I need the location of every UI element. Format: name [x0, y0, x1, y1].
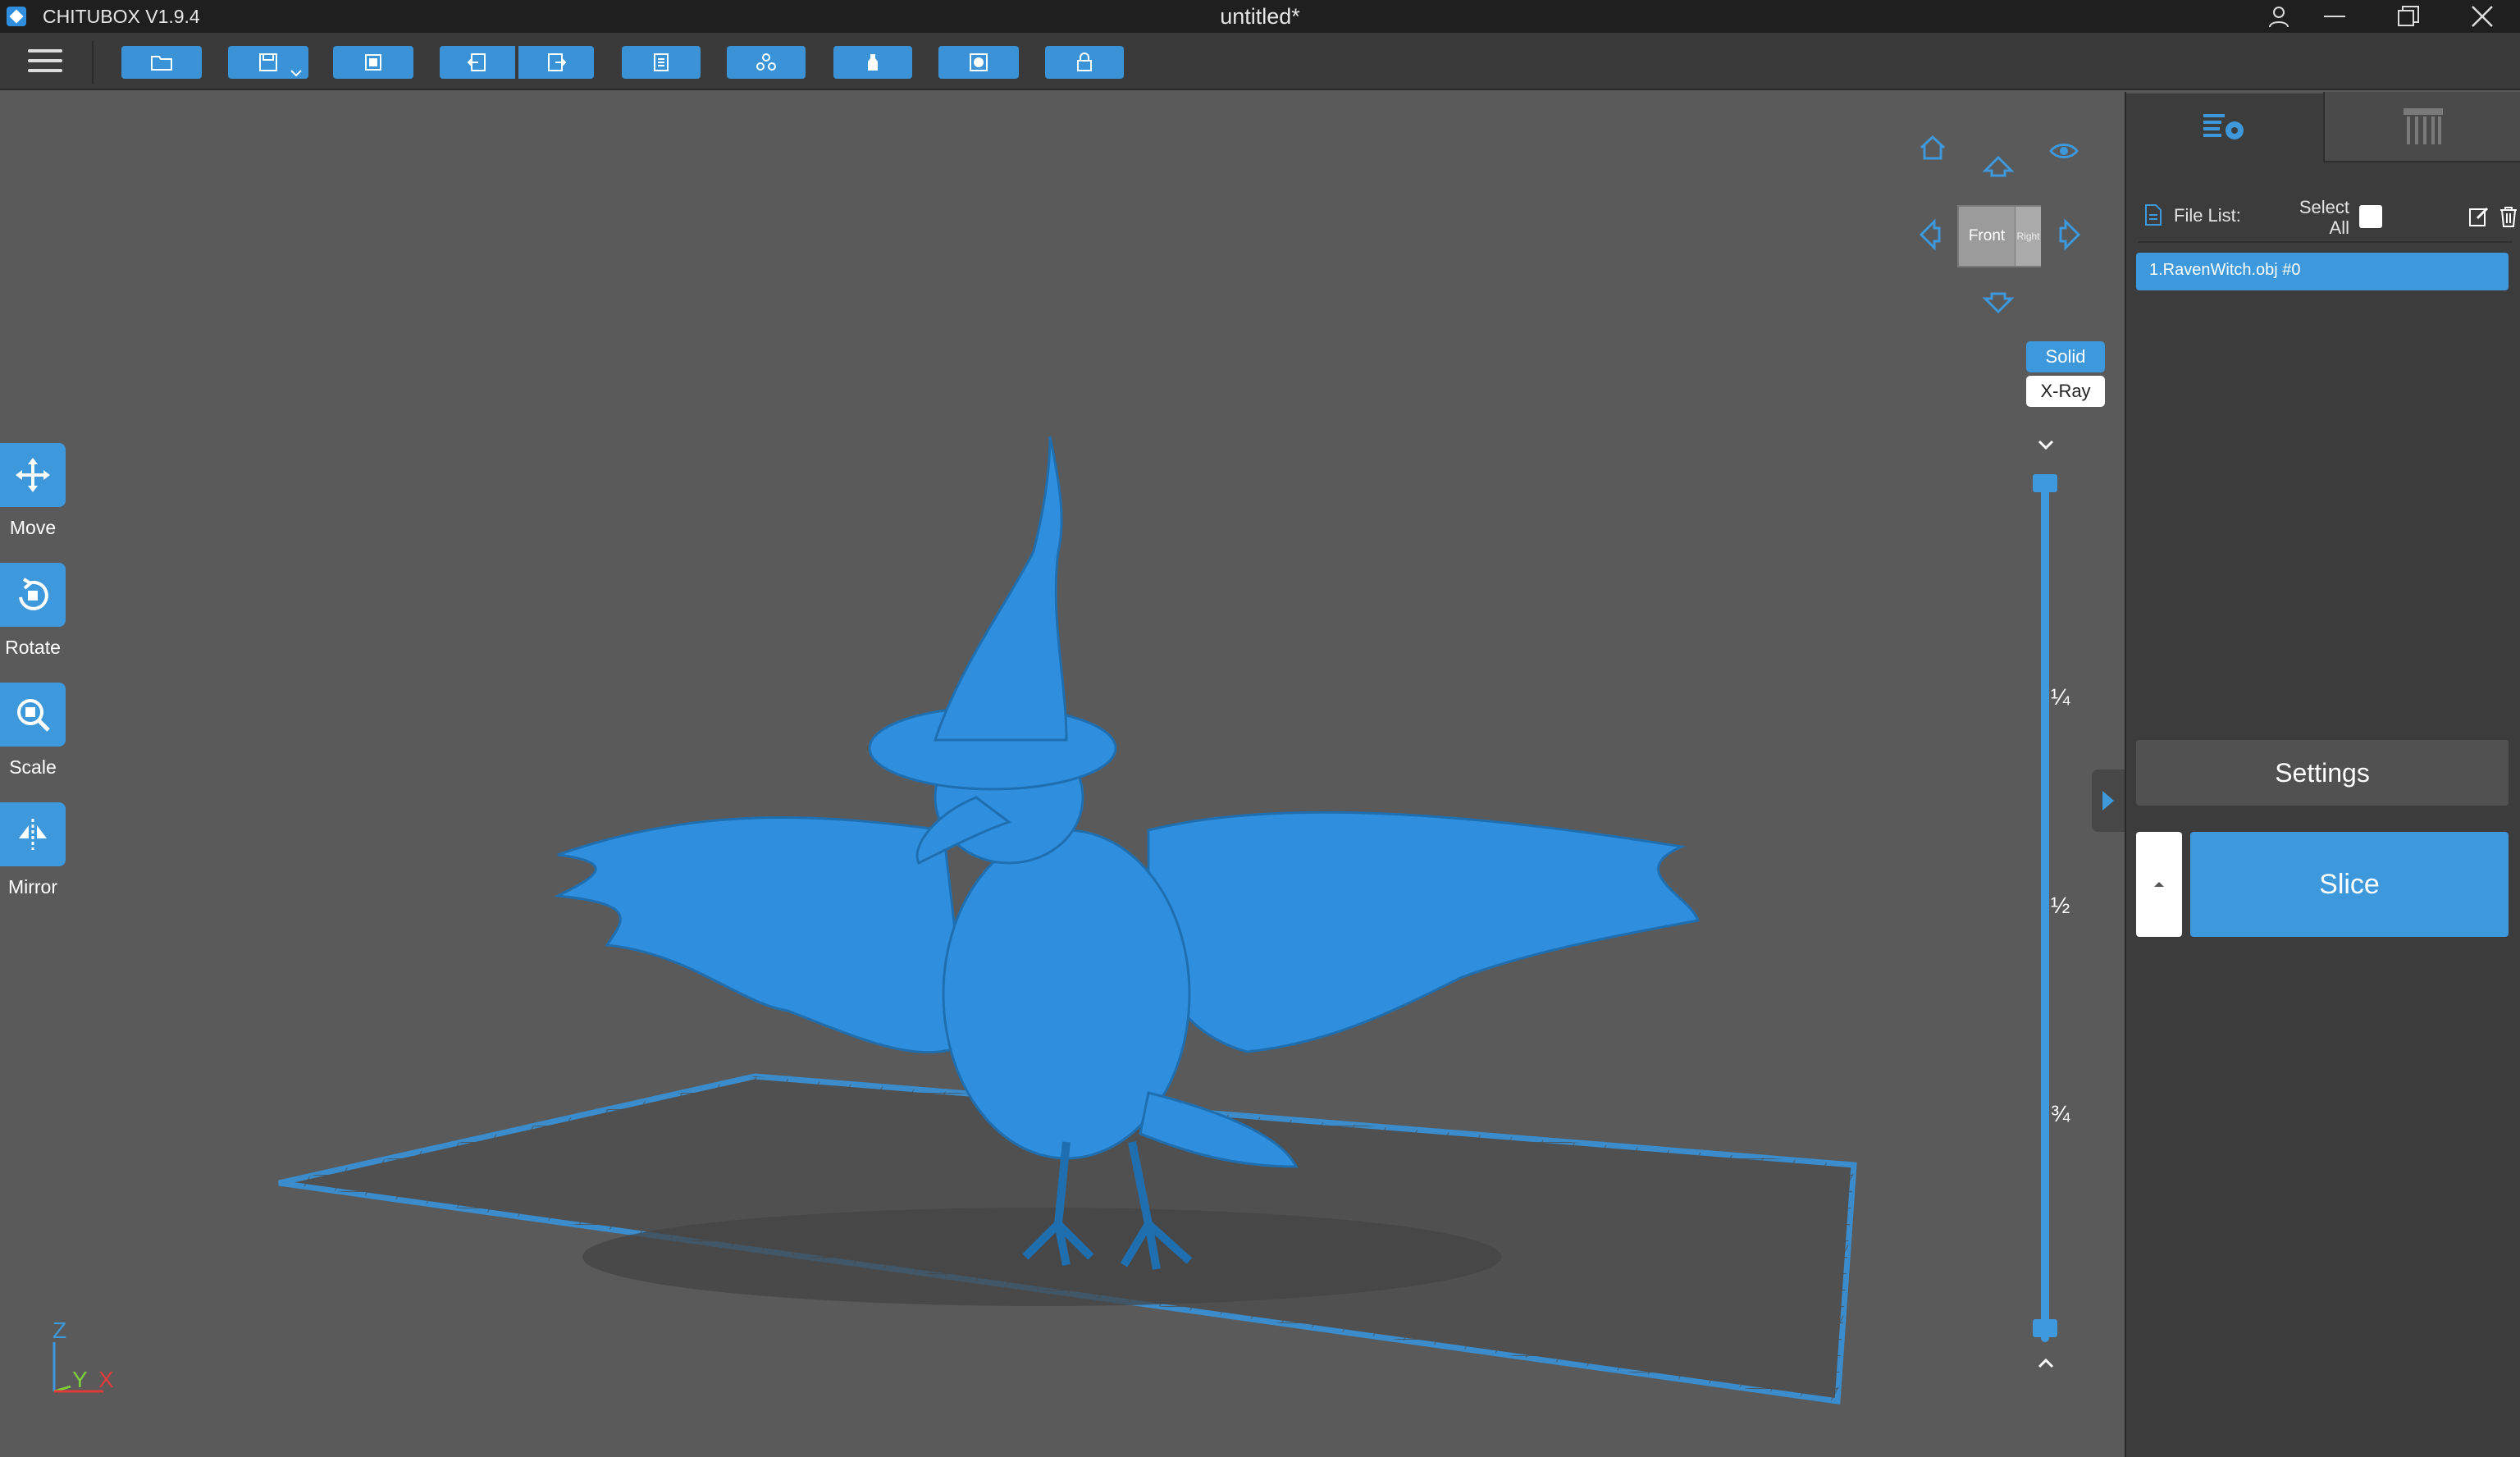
document-icon — [2145, 204, 2162, 226]
left-view-arrow-icon[interactable] — [1915, 218, 1947, 251]
play-arrow-icon — [2102, 791, 2114, 811]
redo-button[interactable] — [518, 46, 594, 79]
layer-slider-track[interactable] — [2041, 484, 2049, 1342]
app-name: CHITUBOX V1.9.4 — [43, 6, 200, 27]
minimize-button[interactable] — [2302, 0, 2367, 33]
build-plate-scene — [278, 436, 1857, 1404]
toolbar-divider — [92, 41, 94, 84]
auto-layout-button[interactable] — [333, 46, 413, 79]
slider-mark-half: ½ — [2051, 893, 2070, 918]
rotate-tool[interactable]: Rotate — [0, 563, 66, 659]
3d-viewport[interactable]: Move Rotate Scale Mirror Front Right Sol… — [0, 92, 2125, 1457]
slider-mark-quarter: ¼ — [2051, 684, 2070, 710]
rotate-tool-button[interactable] — [0, 563, 66, 627]
layer-slider-bottom-handle[interactable] — [2033, 1319, 2057, 1337]
redo-icon — [548, 53, 567, 71]
mirror-tool-button[interactable] — [0, 802, 66, 866]
view-cube-front[interactable]: Front — [1959, 207, 2015, 266]
rotate-label: Rotate — [5, 637, 61, 658]
rotate-icon — [19, 578, 48, 610]
main-toolbar — [0, 33, 2520, 90]
slice-list-button[interactable] — [622, 46, 701, 79]
slice-options-toggle[interactable] — [2136, 832, 2182, 937]
home-view-icon[interactable] — [1916, 131, 1949, 164]
caret-up-icon — [2154, 882, 2164, 887]
mirror-label: Mirror — [7, 876, 58, 897]
settings-button[interactable]: Settings — [2136, 740, 2509, 806]
tab-supports[interactable] — [2323, 92, 2520, 162]
file-list-separator — [2138, 241, 2512, 243]
eye-icon[interactable] — [2048, 135, 2080, 167]
hole-icon — [970, 53, 988, 71]
user-icon — [2269, 7, 2289, 28]
right-view-arrow-icon[interactable] — [2052, 218, 2085, 251]
layout-icon — [365, 54, 381, 71]
right-panel: File List: Select All 1.RavenWitch.obj #… — [2092, 92, 2520, 1457]
lock-button[interactable] — [1045, 46, 1124, 79]
undo-button[interactable] — [440, 46, 515, 79]
chitubox-logo-icon — [7, 7, 26, 26]
support-tree-icon — [756, 53, 776, 71]
axis-indicator: Z Y X — [46, 1318, 128, 1400]
mirror-icon — [19, 819, 47, 850]
file-list-label: File List: — [2174, 205, 2241, 226]
chevron-up-icon[interactable] — [2034, 1355, 2057, 1372]
xray-mode-button[interactable]: X-Ray — [2026, 376, 2105, 407]
slider-mark-three-quarter: ¾ — [2051, 1101, 2070, 1126]
bottom-view-arrow-icon[interactable] — [1982, 285, 2015, 318]
trash-icon[interactable] — [2497, 205, 2520, 228]
auto-support-button[interactable] — [727, 46, 806, 79]
restore-icon — [2398, 6, 2419, 26]
chevron-down-icon[interactable] — [2034, 436, 2057, 453]
open-file-button[interactable] — [121, 46, 202, 79]
layer-slider-top-handle[interactable] — [2033, 474, 2057, 492]
move-tool[interactable]: Move — [0, 443, 66, 539]
close-button[interactable] — [2449, 0, 2515, 33]
slice-button[interactable]: Slice — [2190, 832, 2509, 937]
panel-tabs — [2126, 92, 2520, 162]
undo-icon — [467, 53, 486, 71]
settings-list-icon — [2203, 114, 2244, 139]
bottle-icon — [868, 54, 878, 71]
select-all-label: Select All — [2299, 197, 2349, 238]
file-list-header: File List: Select All — [2144, 197, 2517, 238]
scale-tool-button[interactable] — [0, 683, 66, 747]
edit-icon[interactable] — [2468, 205, 2490, 228]
hamburger-menu-button[interactable] — [28, 49, 62, 75]
title-bar: CHITUBOX V1.9.4 untitled* — [0, 0, 2520, 33]
document-title: untitled* — [1220, 4, 1300, 29]
view-cube-right[interactable]: Right — [2015, 207, 2041, 266]
document-list-icon — [654, 53, 669, 71]
minimize-icon — [2324, 16, 2345, 17]
restore-button[interactable] — [2376, 0, 2441, 33]
app-window: CHITUBOX V1.9.4 untitled* Move Rotate Sc… — [0, 0, 2520, 1457]
model-shadow — [582, 1208, 1501, 1306]
tab-settings[interactable] — [2126, 92, 2323, 162]
hollow-button[interactable] — [833, 46, 912, 79]
file-list-item[interactable]: 1.RavenWitch.obj #0 — [2136, 253, 2509, 290]
view-cube[interactable]: Front Right — [1957, 205, 2041, 267]
move-tool-button[interactable] — [0, 443, 66, 507]
top-view-arrow-icon[interactable] — [1982, 151, 2015, 184]
chevron-down-icon — [290, 70, 302, 77]
select-all-checkbox[interactable] — [2359, 205, 2382, 228]
axis-z-label: Z — [52, 1318, 67, 1343]
collapse-panel-button[interactable] — [2092, 770, 2125, 832]
scale-label: Scale — [9, 756, 57, 778]
folder-icon — [151, 56, 172, 71]
axis-y-label: Y — [72, 1367, 88, 1392]
support-columns-icon — [2404, 108, 2443, 144]
save-icon — [259, 53, 277, 71]
scale-icon — [17, 699, 50, 732]
solid-mode-button[interactable]: Solid — [2026, 341, 2105, 372]
dig-hole-button[interactable] — [938, 46, 1019, 79]
save-button[interactable] — [228, 46, 308, 79]
move-icon — [16, 458, 50, 492]
move-label: Move — [9, 517, 57, 538]
scale-tool[interactable]: Scale — [0, 683, 66, 779]
axis-x-label: X — [98, 1367, 114, 1392]
lock-icon — [1077, 53, 1092, 71]
close-icon — [2472, 6, 2493, 27]
mirror-tool[interactable]: Mirror — [0, 802, 66, 898]
